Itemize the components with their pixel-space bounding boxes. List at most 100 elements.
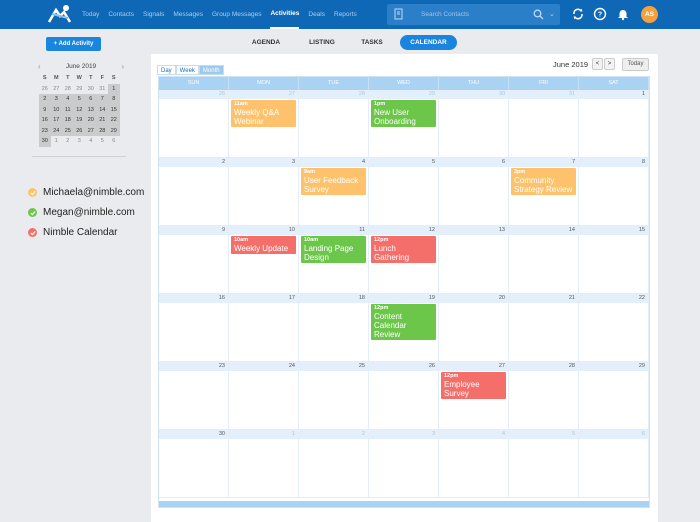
day-cell[interactable]: 26 bbox=[159, 90, 229, 158]
nav-item-contacts[interactable]: Contacts bbox=[108, 0, 134, 29]
mini-day[interactable]: 19 bbox=[73, 115, 85, 126]
day-cell[interactable]: 24 bbox=[229, 362, 299, 430]
mini-day[interactable]: 4 bbox=[62, 94, 74, 105]
mini-day[interactable]: 8 bbox=[108, 94, 120, 105]
today-button[interactable]: Today bbox=[622, 58, 649, 71]
day-cell[interactable]: 28 bbox=[509, 362, 579, 430]
view-week-button[interactable]: Week bbox=[175, 65, 199, 75]
mini-day[interactable]: 10 bbox=[50, 104, 62, 115]
day-cell[interactable]: 1 bbox=[579, 90, 649, 158]
mini-day[interactable]: 26 bbox=[39, 84, 51, 95]
add-activity-button[interactable]: + Add Activity bbox=[46, 37, 101, 51]
mini-day[interactable]: 13 bbox=[85, 104, 97, 115]
mini-day[interactable]: 28 bbox=[62, 84, 74, 95]
mini-day[interactable]: 6 bbox=[108, 136, 120, 147]
mini-day[interactable]: 22 bbox=[108, 115, 120, 126]
day-cell[interactable]: 2 bbox=[159, 158, 229, 226]
nav-item-today[interactable]: Today bbox=[82, 0, 99, 29]
event[interactable]: 3pm Community Strategy Review bbox=[511, 168, 576, 195]
event[interactable]: 11am Weekly Q&A Webinar bbox=[231, 100, 296, 127]
day-cell[interactable]: 22 bbox=[579, 294, 649, 362]
day-cell[interactable]: 30 bbox=[439, 90, 509, 158]
mini-day[interactable]: 1 bbox=[51, 136, 63, 147]
day-cell[interactable]: 28 bbox=[299, 90, 369, 158]
nav-item-messages[interactable]: Messages bbox=[173, 0, 203, 29]
event[interactable]: 12pm Lunch Gathering bbox=[371, 236, 436, 263]
event[interactable]: 12pm Content Calendar Review bbox=[371, 304, 436, 340]
mini-day[interactable]: 12 bbox=[73, 104, 85, 115]
day-cell[interactable]: 4 bbox=[439, 430, 509, 498]
mini-day[interactable]: 16 bbox=[39, 115, 51, 126]
event[interactable]: 1pm New User Onboarding bbox=[371, 100, 436, 127]
search-placeholder[interactable]: Search Contacts bbox=[421, 4, 469, 25]
day-cell[interactable]: 19 12pm Content Calendar Review bbox=[369, 294, 439, 362]
day-cell[interactable]: 3 bbox=[229, 158, 299, 226]
mini-day[interactable]: 17 bbox=[50, 115, 62, 126]
day-cell[interactable]: 9 bbox=[159, 226, 229, 294]
tab-calendar[interactable]: CALENDAR bbox=[400, 35, 457, 50]
nav-item-reports[interactable]: Reports bbox=[334, 0, 357, 29]
avatar[interactable]: AS bbox=[641, 6, 658, 23]
mini-next-icon[interactable]: › bbox=[121, 61, 124, 73]
mini-day[interactable]: 20 bbox=[85, 115, 97, 126]
check-icon[interactable] bbox=[28, 228, 37, 237]
chevron-down-icon[interactable]: ⌄ bbox=[549, 8, 555, 21]
event[interactable]: 10am Landing Page Design bbox=[301, 236, 366, 263]
day-cell[interactable]: 1 bbox=[229, 430, 299, 498]
day-cell[interactable]: 6 bbox=[439, 158, 509, 226]
mini-day[interactable]: 29 bbox=[108, 125, 120, 136]
day-cell[interactable]: 27 12pm Employee Survey bbox=[439, 362, 509, 430]
prev-month-button[interactable]: < bbox=[592, 58, 603, 70]
day-cell[interactable]: 10 10am Weekly Update bbox=[229, 226, 299, 294]
day-cell[interactable]: 16 bbox=[159, 294, 229, 362]
next-month-button[interactable]: > bbox=[604, 58, 615, 70]
day-cell[interactable]: 18 bbox=[299, 294, 369, 362]
view-month-button[interactable]: Month bbox=[198, 65, 224, 75]
day-cell[interactable]: 29 bbox=[579, 362, 649, 430]
day-cell[interactable]: 13 bbox=[439, 226, 509, 294]
mini-day[interactable]: 31 bbox=[97, 84, 109, 95]
mini-day[interactable]: 7 bbox=[96, 94, 108, 105]
view-day-button[interactable]: Day bbox=[157, 65, 176, 75]
tab-agenda[interactable]: AGENDA bbox=[241, 35, 291, 50]
day-cell[interactable]: 15 bbox=[579, 226, 649, 294]
nimble-logo-icon[interactable] bbox=[46, 4, 74, 26]
event[interactable]: 12pm Employee Survey bbox=[441, 372, 506, 399]
mini-day[interactable]: 14 bbox=[96, 104, 108, 115]
search-icon[interactable] bbox=[533, 9, 544, 20]
help-icon[interactable]: ? bbox=[593, 7, 607, 21]
day-cell[interactable]: 23 bbox=[159, 362, 229, 430]
mini-day[interactable]: 18 bbox=[62, 115, 74, 126]
mini-day[interactable]: 5 bbox=[73, 94, 85, 105]
day-cell[interactable]: 8 bbox=[579, 158, 649, 226]
mini-day[interactable]: 1 bbox=[108, 83, 120, 94]
mini-day[interactable]: 24 bbox=[50, 125, 62, 136]
day-cell[interactable]: 7 3pm Community Strategy Review bbox=[509, 158, 579, 226]
day-cell[interactable]: 12 12pm Lunch Gathering bbox=[369, 226, 439, 294]
day-cell[interactable]: 11 10am Landing Page Design bbox=[299, 226, 369, 294]
mini-day[interactable]: 30 bbox=[39, 136, 51, 147]
day-cell[interactable]: 31 bbox=[509, 90, 579, 158]
day-cell[interactable]: 21 bbox=[509, 294, 579, 362]
day-cell[interactable]: 4 9am User Feedback Survey bbox=[299, 158, 369, 226]
mini-day[interactable]: 3 bbox=[50, 94, 62, 105]
check-icon[interactable] bbox=[28, 208, 37, 217]
mini-day[interactable]: 4 bbox=[85, 136, 97, 147]
mini-day[interactable]: 5 bbox=[97, 136, 109, 147]
bell-icon[interactable] bbox=[616, 7, 630, 21]
day-cell[interactable]: 5 bbox=[509, 430, 579, 498]
mini-day[interactable]: 25 bbox=[62, 125, 74, 136]
nav-item-signals[interactable]: Signals bbox=[143, 0, 164, 29]
day-cell[interactable]: 5 bbox=[369, 158, 439, 226]
check-icon[interactable] bbox=[28, 188, 37, 197]
mini-day[interactable]: 30 bbox=[85, 84, 97, 95]
contact-search-icon[interactable] bbox=[394, 8, 404, 21]
mini-day[interactable]: 27 bbox=[51, 84, 63, 95]
nav-item-group-messages[interactable]: Group Messages bbox=[212, 0, 262, 29]
day-cell[interactable]: 20 bbox=[439, 294, 509, 362]
day-cell[interactable]: 29 1pm New User Onboarding bbox=[369, 90, 439, 158]
event[interactable]: 10am Weekly Update bbox=[231, 236, 296, 254]
mini-day[interactable]: 26 bbox=[73, 125, 85, 136]
mini-day[interactable]: 21 bbox=[96, 115, 108, 126]
mini-day[interactable]: 11 bbox=[62, 104, 74, 115]
